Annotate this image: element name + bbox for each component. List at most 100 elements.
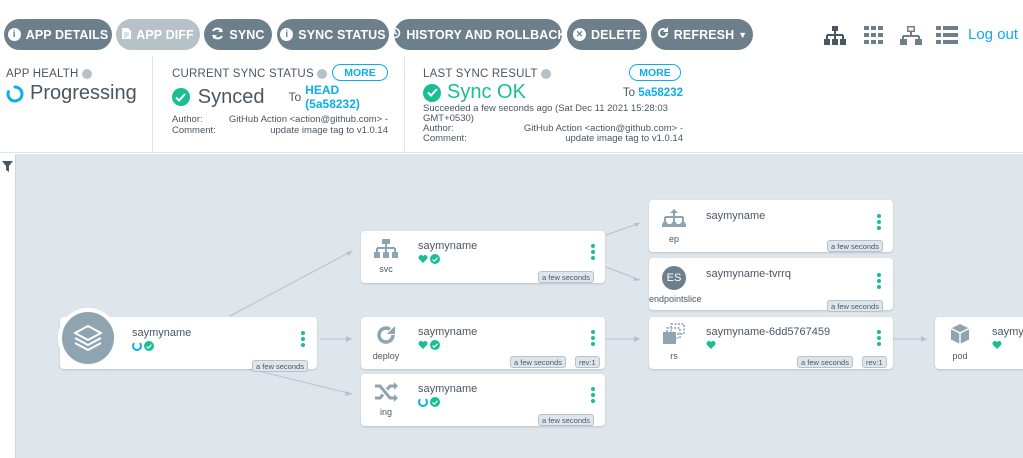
ep-node[interactable]: ep saymyname a few seconds: [649, 200, 893, 252]
ing-node-age: a few seconds: [538, 414, 594, 426]
deploy-node[interactable]: deploy saymyname a few seconds rev:1: [361, 317, 605, 369]
application-layers-icon: [58, 308, 118, 368]
delete-label: DELETE: [591, 27, 641, 42]
last-sync-section: LAST SYNC RESULT MORE Sync OK To 5a58232…: [423, 56, 683, 153]
endpointslice-node[interactable]: ES endpointslice saymyname-tvrrq a few s…: [649, 258, 893, 312]
network-view-icon[interactable]: [900, 26, 922, 50]
divider: [404, 56, 405, 153]
last-sync-value: Sync OK: [447, 81, 526, 103]
progressing-icon: [418, 397, 428, 407]
list-view-icon[interactable]: [936, 26, 958, 49]
history-label: HISTORY AND ROLLBACK: [406, 27, 567, 42]
app-diff-label: APP DIFF: [136, 27, 194, 42]
pod-node[interactable]: pod saymy: [935, 317, 1023, 369]
info-icon: i: [7, 28, 21, 41]
current-sync-value: Synced: [197, 85, 265, 108]
healthy-heart-icon: [706, 341, 716, 349]
app-health-value: Progressing: [30, 82, 137, 104]
rs-node-age: a few seconds: [797, 356, 853, 368]
deploy-node-status: [418, 340, 440, 350]
synced-icon: [430, 254, 440, 264]
last-sync-label: LAST SYNC RESULT: [423, 68, 538, 80]
pod-node-kind: pod: [952, 351, 968, 361]
endpoints-icon: [649, 200, 699, 252]
app-node[interactable]: saymyname a few seconds: [58, 308, 317, 372]
ing-node-kind: ing: [379, 407, 392, 417]
pod-node-status: [992, 340, 1002, 350]
deploy-node-age: a few seconds: [510, 356, 566, 368]
ing-node-name: saymyname: [418, 383, 478, 395]
deployment-icon: [361, 317, 411, 369]
rs-node-name: saymyname-6dd5767459: [706, 326, 831, 338]
refresh-label: REFRESH: [673, 27, 735, 42]
healthy-heart-icon: [992, 341, 1002, 349]
delete-button[interactable]: ✕ DELETE: [567, 19, 647, 50]
endpointslice-node-name: saymyname-tvrrq: [706, 268, 791, 280]
deploy-node-menu-icon[interactable]: [591, 330, 595, 348]
healthy-heart-icon: [418, 341, 428, 349]
svc-node-age: a few seconds: [538, 271, 594, 283]
last-sync-more-button[interactable]: MORE: [629, 64, 681, 81]
progressing-icon: [132, 341, 142, 351]
ep-node-name: saymyname: [706, 210, 766, 222]
pod-cube-icon: [935, 317, 985, 369]
comment-label: Comment:: [172, 125, 216, 136]
svc-node[interactable]: svc saymyname a few seconds: [361, 231, 605, 283]
current-sync-label: CURRENT SYNC STATUS: [172, 68, 314, 80]
replicaset-icon: [649, 317, 699, 369]
top-toolbar: i APP DETAILS APP DIFF SYNC i SYNC STATU…: [0, 0, 1023, 54]
deploy-node-name: saymyname: [418, 326, 478, 338]
app-node-status: [132, 341, 154, 351]
ing-node-menu-icon[interactable]: [591, 387, 595, 405]
synced-icon: [430, 340, 440, 350]
help-icon[interactable]: [316, 69, 327, 79]
rs-node-menu-icon[interactable]: [877, 330, 881, 348]
app-node-age: a few seconds: [252, 360, 308, 372]
rs-node-status: [706, 340, 716, 350]
rs-node[interactable]: rs saymyname-6dd5767459 a few seconds re…: [649, 317, 893, 369]
author-value: GitHub Action <action@github.com> -: [228, 114, 388, 125]
healthy-heart-icon: [418, 255, 428, 263]
endpointslice-es-badge: ES: [662, 266, 686, 290]
history-rollback-button[interactable]: HISTORY AND ROLLBACK: [389, 19, 567, 50]
last-comment-label: Comment:: [423, 133, 467, 144]
ingress-shuffle-icon: [361, 374, 411, 426]
to-revision-link[interactable]: 5a58232: [638, 87, 683, 99]
endpointslice-node-menu-icon[interactable]: [877, 273, 881, 291]
resource-tree-canvas[interactable]: saymyname a few seconds svc saymyname a …: [0, 154, 1023, 458]
tree-view-icon[interactable]: [824, 26, 846, 50]
deploy-node-revision: rev:1: [575, 356, 600, 368]
last-sync-details: Succeeded a few seconds ago (Sat Dec 11 …: [423, 104, 683, 144]
file-icon: [122, 27, 132, 42]
ing-node[interactable]: ing saymyname a few seconds: [361, 374, 605, 426]
logout-link[interactable]: Log out: [968, 26, 1018, 43]
svc-node-kind: svc: [379, 264, 393, 274]
chevron-down-icon: ▼: [738, 29, 748, 40]
sync-status-button[interactable]: i SYNC STATUS: [277, 19, 389, 50]
app-diff-button[interactable]: APP DIFF: [116, 19, 200, 50]
app-status-panel: APP HEALTH Progressing CURRENT SYNC STAT…: [0, 56, 1023, 153]
progressing-icon: [6, 85, 24, 103]
app-node-menu-icon[interactable]: [301, 331, 305, 349]
to-prefix: To: [622, 87, 636, 99]
sync-button[interactable]: SYNC: [204, 19, 272, 50]
app-details-label: APP DETAILS: [25, 27, 109, 42]
to-head-link[interactable]: HEAD (5a58232): [305, 83, 396, 111]
svc-node-menu-icon[interactable]: [591, 244, 595, 262]
refresh-dropdown-button[interactable]: REFRESH ▼: [651, 19, 753, 50]
pods-grid-view-icon[interactable]: [864, 26, 884, 49]
app-details-button[interactable]: i APP DETAILS: [4, 19, 112, 50]
divider: [152, 56, 153, 153]
ep-node-menu-icon[interactable]: [877, 214, 881, 232]
svc-node-status: [418, 254, 440, 264]
app-health-label: APP HEALTH: [6, 68, 79, 80]
current-sync-more-button[interactable]: MORE: [332, 64, 388, 81]
service-icon: [361, 231, 411, 283]
pod-node-name: saymy: [992, 326, 1023, 338]
info-icon: i: [280, 28, 294, 41]
ep-node-age: a few seconds: [827, 240, 883, 252]
help-icon[interactable]: [81, 69, 92, 79]
ing-node-status: [418, 397, 440, 407]
sync-label: SYNC: [229, 27, 265, 42]
help-icon[interactable]: [540, 69, 551, 79]
